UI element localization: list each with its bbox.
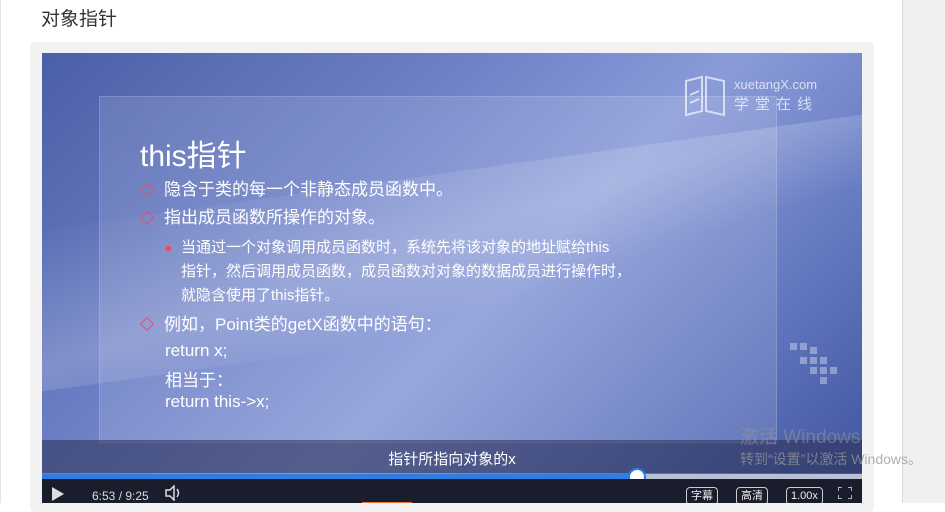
- volume-icon[interactable]: [164, 485, 184, 501]
- code-line-1: return x;: [165, 341, 228, 360]
- control-bar: 6:53 / 9:25 字幕 高清 1.00x: [42, 479, 862, 503]
- slide-bullet-2: 指出成员函数所操作的对象。: [164, 208, 385, 227]
- code-line-3: return this->x;: [165, 392, 270, 411]
- video-subtitle: 指针所指向对象的x: [388, 451, 516, 468]
- page-left-border: [0, 0, 1, 503]
- caption-button[interactable]: 字幕: [686, 487, 718, 503]
- video-player[interactable]: xuetangX.com 学堂在线 this指针 隐含于类的每一个非静态成员函数…: [42, 53, 862, 503]
- logo-text-en: xuetangX.com: [734, 77, 818, 92]
- time-display: 6:53 / 9:25: [92, 489, 149, 503]
- speed-button[interactable]: 1.00x: [786, 487, 823, 503]
- windows-activation-title: 激活 Windows: [740, 427, 861, 448]
- play-icon[interactable]: [52, 487, 64, 501]
- sub-bullet-icon: [166, 246, 171, 251]
- scrollbar-gutter[interactable]: [902, 0, 945, 503]
- fullscreen-icon[interactable]: [838, 487, 852, 499]
- slide-sub-line-2: 指针，然后调用成员函数，成员函数对对象的数据成员进行操作时，: [181, 263, 632, 280]
- page-title: 对象指针: [41, 9, 118, 30]
- quality-button[interactable]: 高清: [736, 487, 768, 503]
- slide-sub-line-3: 就隐含使用了this指针。: [181, 287, 340, 304]
- windows-activation-hint: 转到“设置”以激活 Windows。: [740, 451, 923, 467]
- slide-example: 例如，Point类的getX函数中的语句：: [164, 315, 442, 334]
- xuetangx-logo: xuetangX.com 学堂在线: [682, 73, 832, 119]
- code-line-2: 相当于：: [165, 371, 233, 390]
- logo-text-cn: 学堂在线: [734, 96, 819, 113]
- slide-bullet-1: 隐含于类的每一个非静态成员函数中。: [164, 180, 453, 199]
- subtitle-bar: 指针所指向对象的x: [42, 440, 862, 473]
- slide-title: this指针: [140, 140, 247, 173]
- book-logo-icon: [685, 75, 725, 117]
- decorative-dots: [790, 343, 840, 384]
- slide-sub-line-1: 当通过一个对象调用成员函数时，系统先将该对象的地址赋给this: [181, 239, 610, 256]
